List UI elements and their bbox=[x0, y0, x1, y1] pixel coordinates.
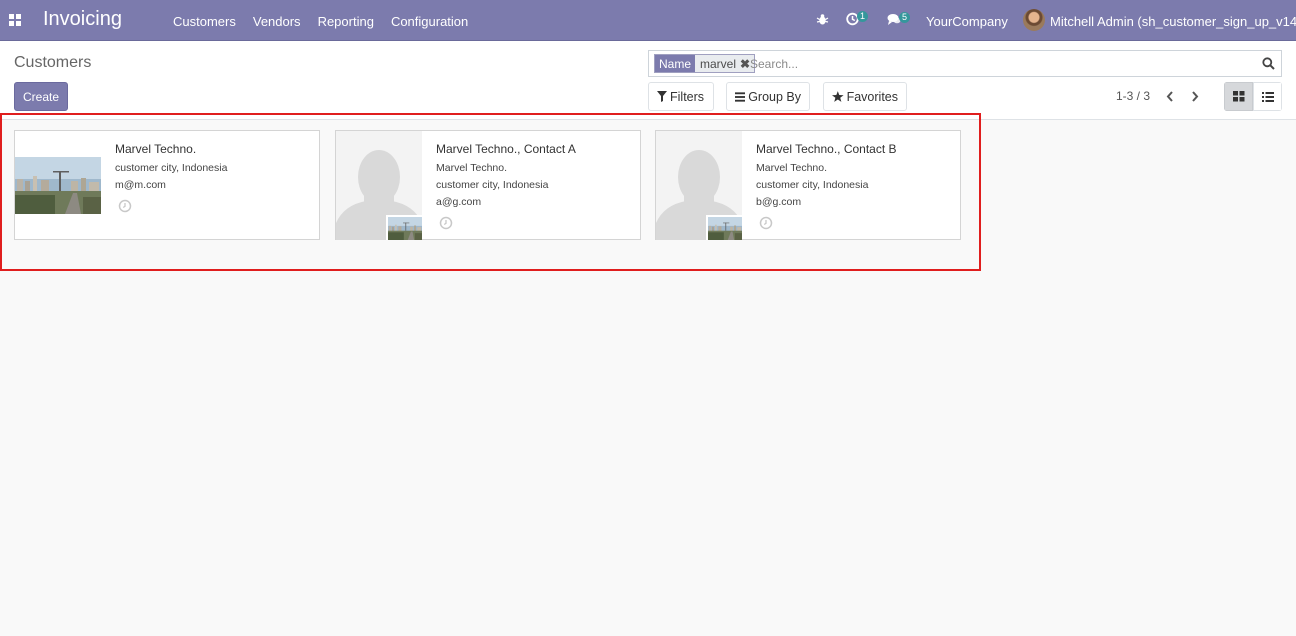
company-photo bbox=[386, 215, 422, 240]
card-name: Marvel Techno., Contact A bbox=[436, 142, 576, 156]
top-navbar: Invoicing Customers Vendors Reporting Co… bbox=[0, 0, 1296, 41]
app-title[interactable]: Invoicing bbox=[43, 8, 122, 31]
menu-customers[interactable]: Customers bbox=[173, 14, 236, 29]
control-panel: Customers Create Name marvel ✖ Filters bbox=[0, 41, 1296, 120]
card-company: Marvel Techno. bbox=[756, 162, 828, 174]
card-address: customer city, Indonesia bbox=[436, 179, 549, 191]
activity-clock-icon[interactable] bbox=[439, 216, 453, 233]
customer-photo bbox=[15, 157, 101, 214]
company-photo bbox=[706, 215, 742, 240]
main-menu: Customers Vendors Reporting Configuratio… bbox=[173, 14, 485, 29]
group-by-label: Group By bbox=[748, 89, 801, 104]
messages-count-badge: 5 bbox=[899, 12, 911, 23]
card-email: a@g.com bbox=[436, 196, 482, 208]
filters-label: Filters bbox=[670, 89, 705, 104]
card-email: b@g.com bbox=[756, 196, 802, 208]
list-bars-icon bbox=[735, 91, 746, 102]
activity-clock-icon[interactable] bbox=[759, 216, 773, 233]
card-company: Marvel Techno. bbox=[436, 162, 508, 174]
facet-value: marvel bbox=[700, 56, 737, 71]
menu-configuration[interactable]: Configuration bbox=[391, 14, 468, 29]
customer-card[interactable]: Marvel Techno., Contact B Marvel Techno.… bbox=[655, 130, 961, 240]
card-address: customer city, Indonesia bbox=[756, 179, 869, 191]
filters-button[interactable]: Filters bbox=[648, 82, 714, 111]
create-button[interactable]: Create bbox=[14, 82, 68, 111]
favorites-button[interactable]: Favorites bbox=[823, 82, 907, 111]
card-address: customer city, Indonesia bbox=[115, 162, 228, 174]
pager-previous-icon[interactable] bbox=[1162, 88, 1178, 104]
menu-vendors[interactable]: Vendors bbox=[253, 14, 301, 29]
card-email: m@m.com bbox=[115, 179, 166, 191]
user-menu[interactable]: Mitchell Admin (sh_customer_sign_up_v14c… bbox=[1050, 14, 1296, 29]
debug-bug-icon[interactable] bbox=[816, 13, 829, 29]
search-bar: Name marvel ✖ bbox=[648, 50, 1282, 77]
messages-chat-icon[interactable]: 5 bbox=[887, 12, 911, 29]
star-icon bbox=[832, 91, 844, 102]
pager-next-icon[interactable] bbox=[1187, 88, 1203, 104]
list-view-icon[interactable] bbox=[1253, 82, 1282, 111]
customer-card[interactable]: Marvel Techno., Contact A Marvel Techno.… bbox=[335, 130, 641, 240]
filter-icon bbox=[657, 91, 667, 102]
activity-clock-icon[interactable] bbox=[118, 199, 132, 216]
company-switcher[interactable]: YourCompany bbox=[926, 14, 1008, 29]
apps-menu-icon[interactable] bbox=[9, 14, 21, 26]
group-by-button[interactable]: Group By bbox=[726, 82, 810, 111]
page-title: Customers bbox=[14, 54, 92, 71]
pager-value[interactable]: 1-3 / 3 bbox=[1116, 89, 1150, 103]
kanban-view-icon[interactable] bbox=[1224, 82, 1253, 111]
search-input[interactable] bbox=[750, 55, 1250, 73]
card-name: Marvel Techno., Contact B bbox=[756, 142, 897, 156]
customer-card[interactable]: Marvel Techno. customer city, Indonesia … bbox=[14, 130, 320, 240]
search-icon[interactable] bbox=[1262, 57, 1275, 73]
menu-reporting[interactable]: Reporting bbox=[318, 14, 374, 29]
search-facet: Name marvel ✖ bbox=[654, 54, 756, 73]
favorites-label: Favorites bbox=[846, 89, 898, 104]
facet-value-wrap: marvel ✖ bbox=[695, 55, 755, 73]
card-name: Marvel Techno. bbox=[115, 142, 197, 156]
activity-count-badge: 1 bbox=[857, 11, 869, 22]
user-avatar[interactable] bbox=[1023, 9, 1045, 31]
view-switcher bbox=[1224, 82, 1282, 111]
facet-label: Name bbox=[655, 55, 696, 72]
facet-remove-icon[interactable]: ✖ bbox=[740, 55, 750, 73]
activity-clock-icon[interactable]: 1 bbox=[846, 11, 869, 29]
